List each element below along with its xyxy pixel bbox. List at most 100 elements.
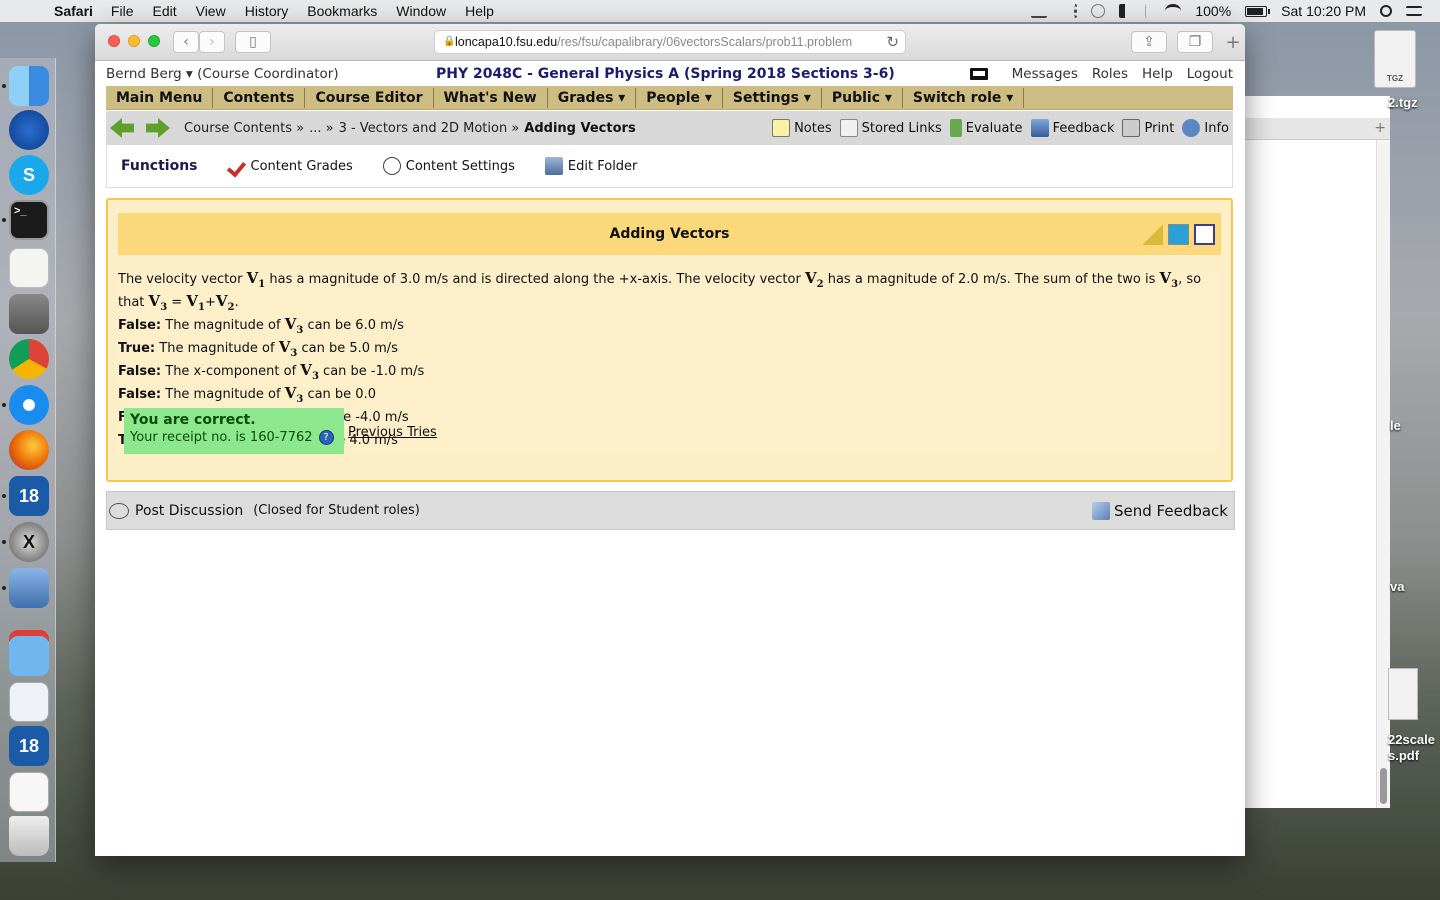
content-settings-button[interactable]: Content Settings	[382, 157, 515, 175]
menu-people[interactable]: People ▾	[636, 87, 723, 108]
menu-file[interactable]: File	[111, 3, 134, 19]
wifi-icon[interactable]	[1165, 4, 1182, 18]
evaluate-button[interactable]: Evaluate	[949, 119, 1023, 137]
print-button[interactable]: Print	[1122, 119, 1174, 137]
html-edit-icon[interactable]	[1194, 224, 1215, 245]
desktop-file-tgz-icon[interactable]: TGZ	[1374, 30, 1416, 88]
menu-course-editor[interactable]: Course Editor	[305, 87, 434, 108]
vector-v3: V3	[300, 361, 319, 383]
feedback-button[interactable]: Feedback	[1030, 119, 1114, 137]
tabs-overview-button[interactable]: ❐	[1177, 31, 1213, 53]
menu-app-safari[interactable]: Safari	[54, 3, 93, 19]
time-machine-icon[interactable]	[1091, 4, 1106, 18]
receipt-number: Your receipt no. is 160-7762	[130, 430, 313, 445]
clock[interactable]: Sat 10:20 PM	[1281, 3, 1366, 19]
menu-switch-role[interactable]: Switch role ▾	[903, 87, 1025, 108]
content-grades-button[interactable]: Content Grades	[228, 157, 353, 175]
textedit-icon[interactable]	[9, 248, 49, 288]
address-bar[interactable]: 🔒 loncapa10.fsu.edu/res/fsu/capalibrary/…	[434, 30, 906, 54]
messages-link[interactable]: Messages	[1012, 66, 1078, 82]
thunderbird-icon[interactable]	[9, 110, 49, 150]
help-icon[interactable]: ?	[318, 430, 334, 445]
info-button[interactable]: Info	[1182, 119, 1229, 137]
edit-folder-button[interactable]: Edit Folder	[544, 157, 637, 175]
desktop-file-label[interactable]: 2.tgz	[1388, 95, 1418, 110]
menu-view[interactable]: View	[196, 3, 226, 19]
maple-document-icon[interactable]: 18	[9, 726, 49, 766]
document-thumbnail-icon[interactable]	[9, 682, 49, 722]
vector-v1: V1	[246, 269, 266, 291]
stored-links-button[interactable]: Stored Links	[839, 119, 942, 137]
preview-icon[interactable]	[9, 568, 49, 608]
user-menu[interactable]: Bernd Berg ▾	[106, 66, 193, 82]
desktop-file-label[interactable]: 22scale	[1388, 732, 1435, 747]
answer-verdict: False:	[118, 364, 162, 379]
vector-letter: V	[246, 269, 259, 287]
zoom-window-button[interactable]	[148, 35, 160, 47]
notification-center-icon[interactable]	[1406, 6, 1422, 16]
menu-public[interactable]: Public ▾	[822, 87, 903, 108]
menu-grades[interactable]: Grades ▾	[548, 87, 637, 108]
signal-icon[interactable]	[1061, 4, 1078, 18]
breadcrumb-course-contents[interactable]: Course Contents »	[184, 121, 304, 136]
menu-main-menu[interactable]: Main Menu	[106, 87, 214, 108]
skype-icon[interactable]: S	[9, 155, 49, 195]
sidebar-toggle-button[interactable]: ▯	[235, 31, 271, 53]
desktop-pdf-icon[interactable]	[1388, 668, 1418, 720]
back-button[interactable]: ‹	[173, 31, 199, 53]
maple-icon[interactable]: 18	[9, 476, 49, 516]
finder-icon[interactable]	[9, 66, 49, 106]
new-tab-button[interactable]: +	[1221, 31, 1245, 53]
close-window-button[interactable]	[108, 35, 120, 47]
breadcrumb-ellipsis[interactable]: ... »	[309, 121, 333, 136]
menu-settings[interactable]: Settings ▾	[723, 87, 822, 108]
vector-letter: V	[1159, 269, 1172, 287]
bluetooth-icon[interactable]	[1145, 4, 1151, 18]
laptop-icon[interactable]	[969, 68, 988, 80]
menu-whats-new[interactable]: What's New	[434, 87, 548, 108]
menu-window[interactable]: Window	[396, 3, 446, 19]
airplay-icon[interactable]	[1031, 4, 1048, 18]
desktop-file-label[interactable]: s.pdf	[1388, 748, 1419, 763]
breadcrumb-folder[interactable]: 3 - Vectors and 2D Motion »	[339, 121, 520, 136]
forward-button[interactable]: ›	[199, 31, 225, 53]
menu-help[interactable]: Help	[465, 3, 494, 19]
share-button[interactable]: ⇪	[1131, 31, 1167, 53]
menu-contents[interactable]: Contents	[213, 87, 306, 108]
spotlight-icon[interactable]	[1380, 5, 1392, 17]
menu-edit[interactable]: Edit	[152, 3, 176, 19]
terminal-icon[interactable]: >_	[9, 200, 49, 240]
reload-icon[interactable]: ↻	[886, 33, 899, 51]
apple-menu-icon[interactable]	[18, 3, 38, 19]
desktop-file-label[interactable]: va	[1390, 579, 1404, 594]
help-link[interactable]: Help	[1142, 66, 1173, 82]
calculator-icon[interactable]	[9, 294, 49, 334]
next-arrow-icon[interactable]	[146, 118, 170, 138]
menu-history[interactable]: History	[245, 3, 289, 19]
previous-arrow-icon[interactable]	[110, 118, 134, 138]
firefox-icon[interactable]	[9, 430, 49, 470]
ruler-icon[interactable]	[1142, 224, 1163, 245]
chrome-icon[interactable]	[9, 339, 49, 379]
user-role: (Course Coordinator)	[197, 66, 339, 82]
folder-icon[interactable]	[9, 636, 49, 676]
post-discussion-link[interactable]: Post Discussion	[135, 503, 243, 519]
minimize-window-button[interactable]	[128, 35, 140, 47]
roles-link[interactable]: Roles	[1092, 66, 1128, 82]
screenshot-thumbnail-icon[interactable]	[9, 772, 49, 812]
volume-icon[interactable]	[1119, 4, 1131, 18]
battery-icon[interactable]	[1245, 5, 1271, 17]
desktop-file-label[interactable]: le	[1390, 418, 1401, 433]
running-indicator	[2, 586, 6, 590]
safari-icon[interactable]	[9, 385, 49, 425]
notes-button[interactable]: Notes	[772, 119, 832, 137]
previous-tries-link[interactable]: Previous Tries	[348, 424, 437, 441]
x11-icon[interactable]: X	[9, 522, 49, 562]
graph-icon[interactable]	[1168, 224, 1189, 245]
running-indicator	[2, 494, 6, 498]
logout-link[interactable]: Logout	[1187, 66, 1233, 82]
content-settings-label: Content Settings	[405, 158, 515, 174]
trash-icon[interactable]	[9, 816, 49, 856]
menu-bookmarks[interactable]: Bookmarks	[307, 3, 377, 19]
send-feedback-button[interactable]: Send Feedback	[1092, 501, 1228, 520]
